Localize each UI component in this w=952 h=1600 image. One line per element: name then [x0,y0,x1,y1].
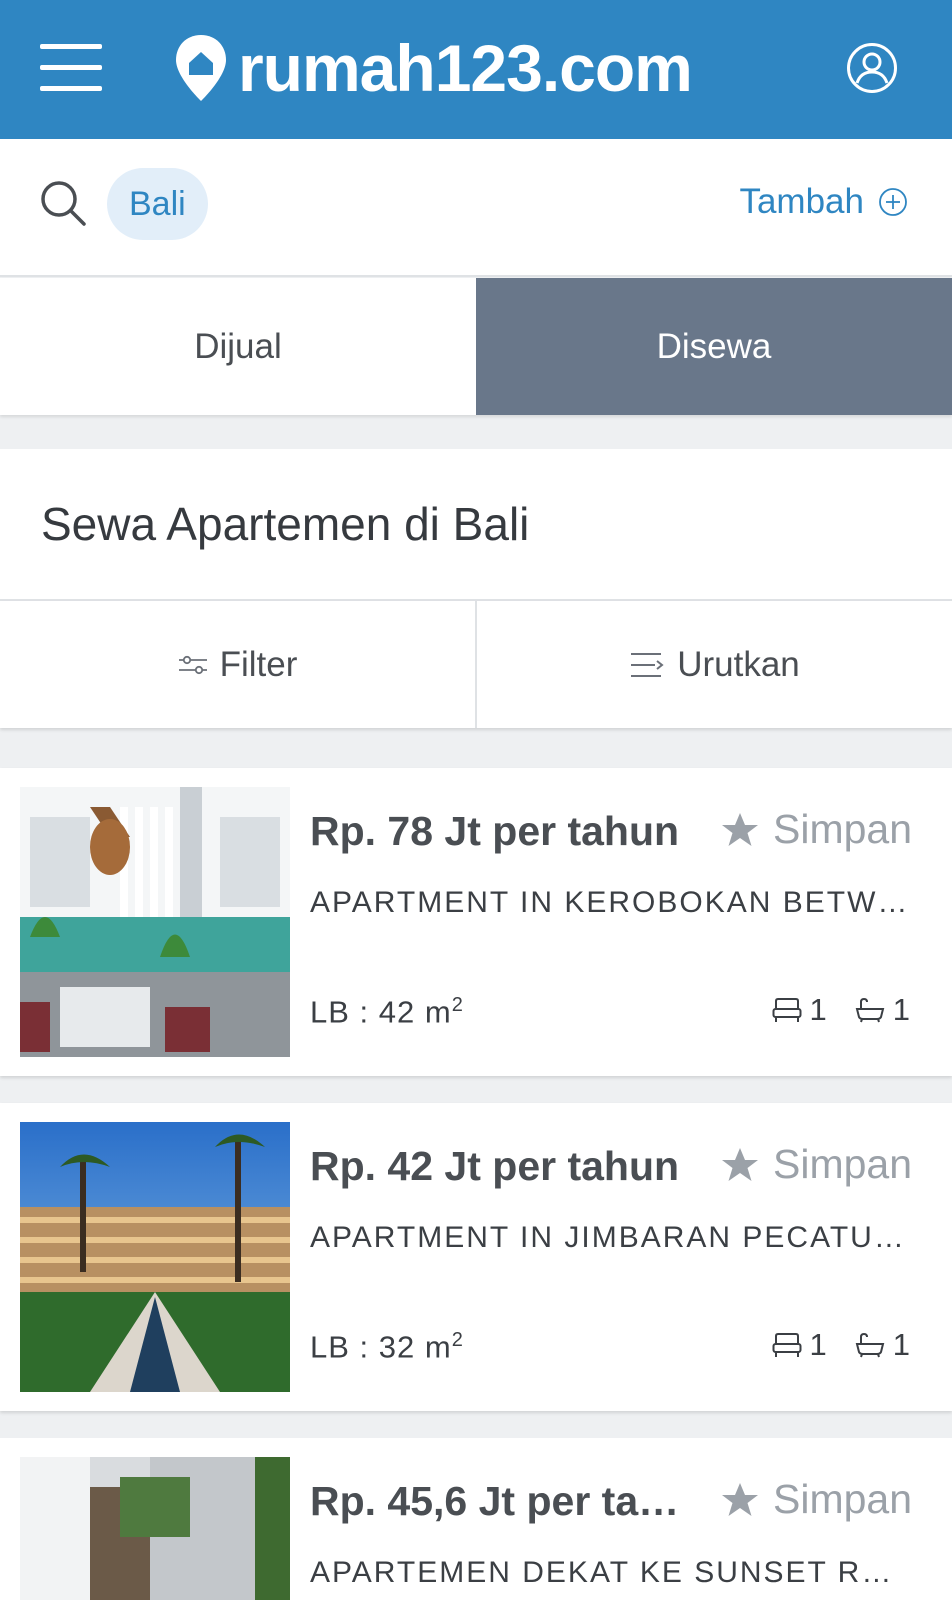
room-counts: 1 1 [772,992,910,1028]
location-pin-logo-icon [176,35,226,101]
listing-title: APARTMENT IN KEROBOKAN BETWEE... [310,886,910,919]
listing-title: APARTEMEN DEKAT KE SUNSET ROAD... [310,1556,910,1589]
listing-type-tabs: Dijual Disewa [0,278,952,415]
save-label: Simpan [772,1141,912,1187]
sort-button[interactable]: Urutkan [475,601,952,728]
bed-icon [772,1333,801,1357]
listing-card[interactable]: Rp. 42 Jt per tahun Simpan APARTMENT IN … [0,1103,952,1411]
add-location-label: Tambah [739,182,864,221]
filter-sort-bar: Filter Urutkan [0,601,952,728]
save-button[interactable]: Simpan [721,806,912,853]
listing-title: APARTMENT IN JIMBARAN PECATU C... [310,1221,910,1254]
filter-button[interactable]: Filter [0,601,475,728]
bathtub-icon [855,997,885,1023]
save-button[interactable]: Simpan [721,1141,912,1188]
bathroom-count: 1 [892,992,910,1027]
listing-price: Rp. 42 Jt per tahun [310,1143,680,1189]
listing-photo[interactable] [20,787,290,1057]
area-value: LB : 32 m [310,1329,452,1365]
sort-lines-icon [631,652,664,677]
menu-icon[interactable] [40,44,102,92]
search-icon[interactable] [38,178,88,228]
location-chip[interactable]: Bali [107,168,208,240]
tab-dijual[interactable]: Dijual [0,278,476,415]
page-title: Sewa Apartemen di Bali [41,498,530,550]
filter-sliders-icon [178,655,207,674]
app-header: rumah123.com [0,0,952,139]
logo[interactable]: rumah123.com [174,28,693,108]
save-label: Simpan [772,1476,912,1522]
star-icon [721,1147,758,1181]
plus-circle-icon [879,188,907,216]
listing-photo[interactable] [20,1457,290,1600]
add-location-button[interactable]: Tambah [739,182,908,222]
save-button[interactable]: Simpan [721,1476,912,1523]
filter-label: Filter [219,644,298,684]
bathroom-count: 1 [892,1327,910,1362]
listing-card[interactable]: Rp. 78 Jt per tahun Simpan APARTMENT IN … [0,768,952,1076]
area-unit-superscript: 2 [451,1329,464,1351]
tab-disewa[interactable]: Disewa [476,278,952,415]
area-value: LB : 42 m [310,994,452,1030]
listing-photo[interactable] [20,1122,290,1392]
listing-card[interactable]: Rp. 45,6 Jt per tah... Simpan APARTEMEN … [0,1438,952,1600]
star-icon [721,1482,758,1516]
save-label: Simpan [772,806,912,852]
listing-price: Rp. 45,6 Jt per tah... [310,1478,680,1524]
logo-text: rumah123.com [238,31,693,105]
listing-price: Rp. 78 Jt per tahun [310,808,680,854]
bedroom-count: 1 [809,992,827,1027]
bathtub-icon [855,1332,885,1358]
star-icon [721,812,758,846]
bed-icon [772,998,801,1022]
listing-area: LB : 32 m2 [310,1329,464,1365]
area-unit-superscript: 2 [451,994,464,1016]
listing-area: LB : 42 m2 [310,994,464,1030]
room-counts: 1 1 [772,1327,910,1363]
sort-label: Urutkan [677,644,800,684]
bedroom-count: 1 [809,1327,827,1362]
user-icon[interactable] [846,42,898,94]
